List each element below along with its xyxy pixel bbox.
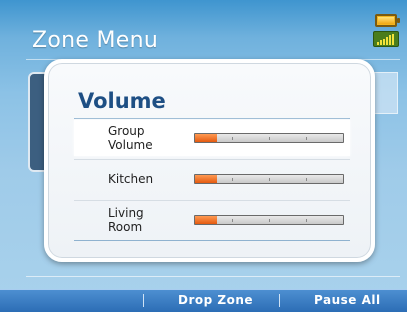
volume-row-kitchen[interactable]: Kitchen — [74, 161, 350, 197]
battery-icon — [375, 14, 400, 27]
volume-row-living-room[interactable]: Living Room — [74, 202, 350, 238]
volume-row-label: Group Volume — [108, 124, 153, 152]
signal-strength-icon — [373, 31, 399, 47]
dialog-divider-bottom — [74, 240, 350, 241]
dialog-title: Volume — [78, 89, 166, 113]
softkey-divider — [143, 294, 144, 307]
drop-zone-button[interactable]: Drop Zone — [178, 293, 253, 307]
volume-row-label: Living Room — [108, 206, 144, 234]
volume-slider[interactable] — [194, 215, 344, 225]
pause-all-button[interactable]: Pause All — [314, 293, 381, 307]
row-divider — [74, 159, 350, 160]
volume-level — [195, 134, 218, 142]
page-title: Zone Menu — [32, 28, 159, 53]
softkey-bar: Drop Zone Pause All — [0, 289, 407, 312]
row-divider — [74, 200, 350, 201]
volume-row-group[interactable]: Group Volume — [74, 120, 350, 156]
volume-dialog: Volume Group Volume Kitchen Living Room — [44, 59, 375, 262]
volume-row-label: Kitchen — [108, 172, 154, 186]
softkey-divider — [279, 294, 280, 307]
volume-slider[interactable] — [194, 174, 344, 184]
dialog-divider-top — [74, 118, 350, 119]
screen: Zone Menu Volume Group Volume Kitchen Li… — [0, 0, 407, 312]
volume-slider[interactable] — [194, 133, 344, 143]
volume-level — [195, 175, 218, 183]
bottom-divider — [26, 276, 400, 277]
volume-level — [195, 216, 218, 224]
